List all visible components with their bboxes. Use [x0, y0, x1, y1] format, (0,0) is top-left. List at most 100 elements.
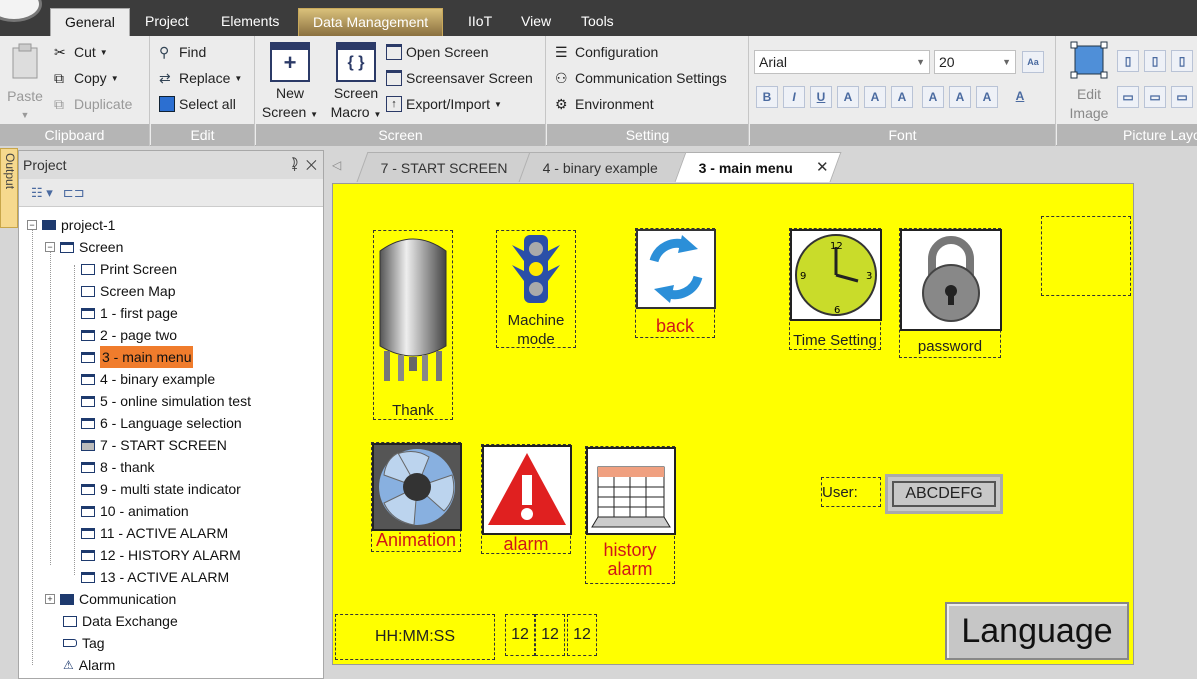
refresh-arrows-icon	[649, 235, 703, 303]
screen-folder-icon	[60, 241, 74, 253]
tree-item-project[interactable]: − project-1	[27, 214, 115, 236]
tree-item-data-exchange[interactable]: Data Exchange	[63, 610, 178, 632]
layout-center-icon[interactable]: ▯	[1144, 50, 1166, 72]
layout-stretch-icon[interactable]: ▭	[1144, 86, 1166, 108]
language-button[interactable]: Language	[945, 602, 1129, 660]
duplicate-label: Duplicate	[74, 96, 133, 112]
tree-item-screen-11[interactable]: 11 - ACTIVE ALARM	[81, 522, 228, 544]
machine-mode-button[interactable]: Machine mode	[496, 230, 576, 348]
communication-settings-button[interactable]: ⚇ Communication Settings	[555, 70, 727, 86]
edit-image-button[interactable]: Edit Image	[1061, 40, 1117, 123]
valign-bottom-icon[interactable]: A	[976, 86, 998, 108]
italic-icon[interactable]: I	[783, 86, 805, 108]
tree-item-screen-9[interactable]: 9 - multi state indicator	[81, 478, 241, 500]
cut-button[interactable]: ✂ Cut ▼	[54, 44, 108, 60]
history-alarm-button[interactable]: history alarm	[585, 446, 676, 584]
replace-button[interactable]: ⇄ Replace ▼	[159, 70, 242, 86]
screen-macro-label-2: Macro ▼	[330, 104, 382, 120]
tree-item-screen-5[interactable]: 5 - online simulation test	[81, 390, 251, 412]
tree-item-screen[interactable]: − Screen	[45, 236, 123, 258]
empty-object-placeholder[interactable]	[1041, 216, 1131, 296]
tree-item-tag[interactable]: Tag	[63, 632, 105, 654]
collapse-icon[interactable]: ⊏⊐	[63, 185, 85, 201]
clipboard-group: Paste ▼ ✂ Cut ▼ ⧉ Copy ▼ ⧉ Duplicate Clipboar…	[0, 36, 150, 146]
communication-settings-label: Communication Settings	[575, 70, 727, 86]
valign-middle-icon[interactable]: A	[949, 86, 971, 108]
configuration-button[interactable]: ☰ Configuration	[555, 44, 658, 60]
pin-icon[interactable]: ⯝	[291, 157, 299, 172]
font-dialog-icon[interactable]: Aa	[1022, 51, 1044, 73]
tree-item-label: Data Exchange	[82, 613, 178, 629]
animation-button[interactable]: Animation	[371, 442, 462, 552]
font-size-select[interactable]: 20 ▼	[934, 50, 1016, 74]
tab-data-management[interactable]: Data Management	[298, 8, 444, 36]
tree-item-screen-12[interactable]: 12 - HISTORY ALARM	[81, 544, 241, 566]
tab-tools[interactable]: Tools	[567, 8, 628, 36]
tree-item-screen-2[interactable]: 2 - page two	[81, 324, 177, 346]
align-center-icon[interactable]: A	[864, 86, 886, 108]
tree-item-alarm[interactable]: ⚠ Alarm	[63, 654, 115, 676]
tree-item-communication[interactable]: + Communication	[45, 588, 176, 610]
tab-iiot[interactable]: IIoT	[454, 8, 506, 36]
underline-icon[interactable]: U	[810, 86, 832, 108]
duplicate-button[interactable]: ⧉ Duplicate	[54, 96, 132, 112]
user-value-display[interactable]: ABCDEFG	[885, 474, 1003, 514]
screensaver-icon	[386, 70, 402, 86]
copy-label: Copy	[74, 70, 107, 86]
bold-icon[interactable]: B	[756, 86, 778, 108]
tree-item-label: 7 - START SCREEN	[100, 437, 227, 453]
environment-button[interactable]: ⚙ Environment	[555, 96, 654, 112]
tree-item-screen-13[interactable]: 13 - ACTIVE ALARM	[81, 566, 229, 588]
back-button[interactable]: back	[635, 228, 716, 338]
app-menu-button[interactable]	[0, 0, 42, 22]
align-left-icon[interactable]: A	[837, 86, 859, 108]
tree-item-screen-8[interactable]: 8 - thank	[81, 456, 154, 478]
layout-right-icon[interactable]: ▯	[1171, 50, 1193, 72]
valign-top-icon[interactable]: A	[922, 86, 944, 108]
tab-view[interactable]: View	[507, 8, 565, 36]
tab-elements[interactable]: Elements	[207, 8, 293, 36]
thank-button[interactable]: Thank	[373, 230, 453, 420]
layout-tile-icon[interactable]: ▭	[1171, 86, 1193, 108]
alarm-button[interactable]: alarm	[481, 444, 572, 554]
open-screen-button[interactable]: Open Screen	[386, 44, 489, 60]
tab-project[interactable]: Project	[131, 8, 203, 36]
layout-fit-icon[interactable]: ▭	[1117, 86, 1139, 108]
password-button[interactable]: password	[899, 228, 1002, 358]
history-alarm-label: history alarm	[603, 540, 657, 579]
find-button[interactable]: ⚲ Find	[159, 44, 206, 60]
tree-item-screen-4[interactable]: 4 - binary example	[81, 368, 215, 390]
paste-button[interactable]: Paste ▼	[4, 42, 46, 125]
doc-tab-binary-example[interactable]: 4 - binary example	[518, 152, 690, 182]
tree-item-screen-map[interactable]: Screen Map	[81, 280, 175, 302]
binoculars-icon: ⚲	[159, 44, 170, 60]
output-side-tab[interactable]: Output	[0, 148, 18, 228]
screen-macro-button[interactable]: { } Screen Macro ▼	[324, 42, 388, 124]
document-tabs: ◁ 7 - START SCREEN 4 - binary example 3 …	[328, 150, 1197, 182]
tab-scroll-left-icon[interactable]: ◁	[332, 158, 341, 172]
tree-item-print-screen[interactable]: Print Screen	[81, 258, 177, 280]
select-all-button[interactable]: Select all	[159, 96, 236, 112]
tree-view-icon[interactable]: ☷ ▾	[31, 185, 53, 201]
align-right-icon[interactable]: A	[891, 86, 913, 108]
tree-item-label: 13 - ACTIVE ALARM	[100, 569, 230, 585]
new-screen-button[interactable]: + New Screen ▼	[258, 42, 322, 124]
export-import-button[interactable]: ↑ Export/Import ▼	[386, 96, 502, 112]
close-tab-icon[interactable]: ✕	[816, 158, 829, 176]
tab-general[interactable]: General	[50, 8, 130, 36]
tree-item-screen-7[interactable]: 7 - START SCREEN	[81, 434, 227, 456]
time-setting-button[interactable]: 12 3 6 9 Time Setting	[789, 228, 882, 350]
tree-item-screen-10[interactable]: 10 - animation	[81, 500, 189, 522]
ribbon-tab-bar: General Project Elements Data Management…	[0, 0, 1197, 36]
screensaver-button[interactable]: Screensaver Screen	[386, 70, 533, 86]
tree-item-screen-1[interactable]: 1 - first page	[81, 302, 178, 324]
tree-item-screen-6[interactable]: 6 - Language selection	[81, 412, 242, 434]
close-icon[interactable]: ✕	[306, 157, 317, 172]
doc-tab-start-screen[interactable]: 7 - START SCREEN	[356, 152, 544, 182]
font-family-select[interactable]: Arial ▼	[754, 50, 930, 74]
layout-left-icon[interactable]: ▯	[1117, 50, 1139, 72]
font-color-icon[interactable]: A	[1009, 86, 1031, 108]
screen-page-icon	[81, 395, 95, 407]
copy-button[interactable]: ⧉ Copy ▼	[54, 70, 119, 86]
tree-item-screen-3[interactable]: 3 - main menu	[81, 346, 194, 368]
